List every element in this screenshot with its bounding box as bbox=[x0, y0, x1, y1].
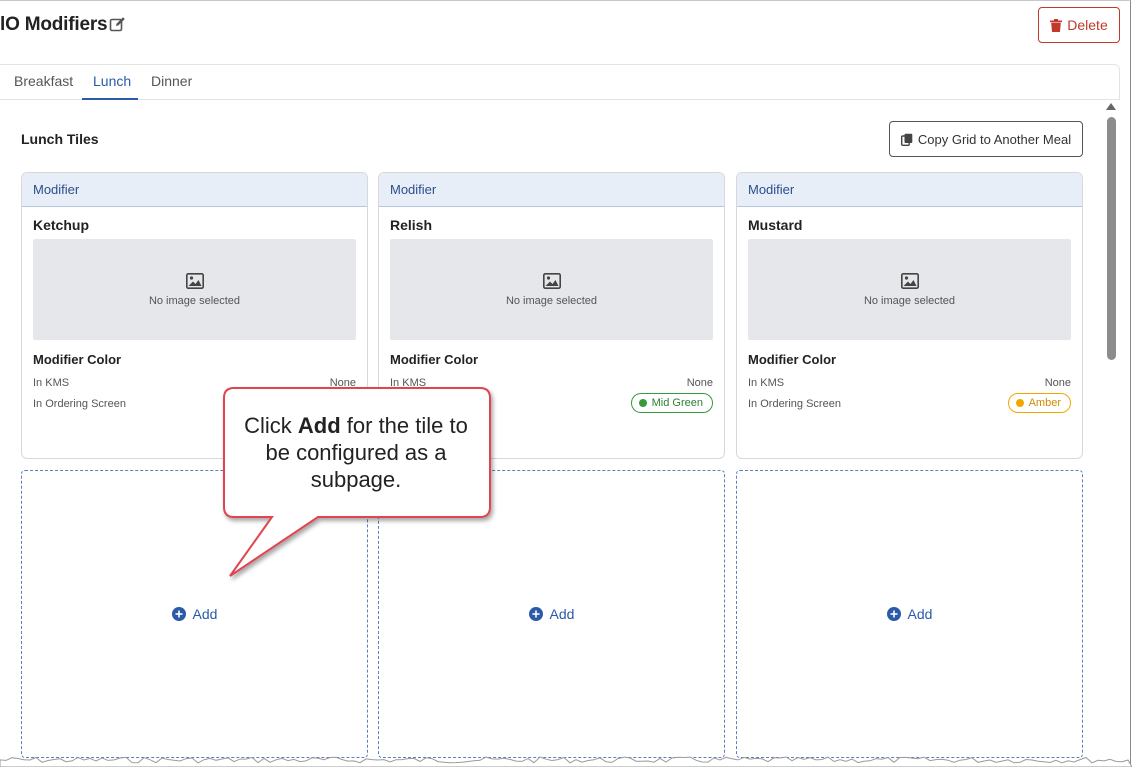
color-badge-label: Mid Green bbox=[651, 397, 703, 409]
meal-tabs: Breakfast Lunch Dinner bbox=[0, 64, 1120, 100]
card-title: Ketchup bbox=[33, 217, 89, 233]
kms-value: None bbox=[686, 377, 713, 389]
image-icon bbox=[185, 272, 204, 289]
delete-button[interactable]: Delete bbox=[1038, 7, 1120, 43]
add-tile-1[interactable]: Add bbox=[21, 470, 368, 758]
status-dot-icon bbox=[1015, 399, 1024, 407]
add-button[interactable]: Add bbox=[379, 606, 724, 622]
modifier-color-title: Modifier Color bbox=[390, 352, 479, 367]
page-title: lO Modifiers bbox=[0, 14, 108, 35]
copy-icon bbox=[900, 133, 913, 146]
color-badge-mid-green: Mid Green bbox=[630, 393, 713, 413]
kms-label: In KMS bbox=[390, 377, 427, 389]
card-header: Modifier bbox=[22, 173, 367, 207]
image-placeholder: No image selected bbox=[33, 239, 356, 340]
tab-breakfast[interactable]: Breakfast bbox=[14, 73, 73, 89]
scroll-up-arrow-icon[interactable] bbox=[1106, 103, 1116, 110]
tab-dinner[interactable]: Dinner bbox=[151, 73, 192, 89]
add-button[interactable]: Add bbox=[22, 606, 367, 622]
torn-edge bbox=[0, 756, 1132, 767]
add-label: Add bbox=[549, 606, 575, 622]
ordering-screen-label: In Ordering Screen bbox=[748, 398, 841, 410]
ordering-screen-label: In Ordering Screen bbox=[33, 398, 126, 410]
image-placeholder-text: No image selected bbox=[863, 294, 956, 307]
copy-grid-button[interactable]: Copy Grid to Another Meal bbox=[889, 121, 1083, 157]
plus-circle-icon bbox=[528, 607, 543, 621]
delete-button-label: Delete bbox=[1067, 17, 1108, 33]
image-icon bbox=[900, 272, 919, 289]
modifier-color-title: Modifier Color bbox=[748, 352, 837, 367]
image-placeholder-text: No image selected bbox=[148, 294, 241, 307]
color-badge-label: Amber bbox=[1028, 397, 1061, 409]
add-tile-2[interactable]: Add bbox=[378, 470, 725, 758]
add-label: Add bbox=[907, 606, 933, 622]
image-placeholder: No image selected bbox=[748, 239, 1071, 340]
modifier-card-mustard[interactable]: Modifier Mustard No image selected Modif… bbox=[736, 172, 1083, 459]
edit-icon[interactable] bbox=[109, 16, 126, 33]
plus-circle-icon bbox=[886, 607, 901, 621]
card-header: Modifier bbox=[379, 173, 724, 207]
copy-grid-label: Copy Grid to Another Meal bbox=[917, 131, 1072, 147]
add-label: Add bbox=[192, 606, 218, 622]
callout-text: Click Add for the tile to be configured … bbox=[244, 413, 468, 492]
kms-label: In KMS bbox=[33, 377, 70, 389]
add-button[interactable]: Add bbox=[737, 606, 1082, 622]
image-icon bbox=[542, 272, 561, 289]
card-header: Modifier bbox=[737, 173, 1082, 207]
color-badge-amber: Amber bbox=[1007, 393, 1071, 413]
status-dot-icon bbox=[638, 399, 647, 407]
modifier-color-title: Modifier Color bbox=[33, 352, 122, 367]
image-placeholder-text: No image selected bbox=[505, 294, 598, 307]
kms-value: None bbox=[1044, 377, 1071, 389]
tiles-panel: Lunch Tiles Copy Grid to Another Meal Mo… bbox=[0, 100, 1104, 767]
plus-circle-icon bbox=[171, 607, 186, 621]
trash-icon bbox=[1050, 18, 1063, 32]
card-title: Relish bbox=[390, 217, 433, 233]
kms-label: In KMS bbox=[748, 377, 785, 389]
scrollbar-thumb[interactable] bbox=[1107, 117, 1116, 360]
card-title: Mustard bbox=[748, 217, 803, 233]
image-placeholder: No image selected bbox=[390, 239, 713, 340]
section-title: Lunch Tiles bbox=[21, 131, 99, 147]
tab-lunch[interactable]: Lunch bbox=[93, 73, 131, 89]
add-tile-3[interactable]: Add bbox=[736, 470, 1083, 758]
ordering-screen-label: In Ordering Screen bbox=[390, 398, 483, 410]
kms-value: None bbox=[329, 377, 356, 389]
